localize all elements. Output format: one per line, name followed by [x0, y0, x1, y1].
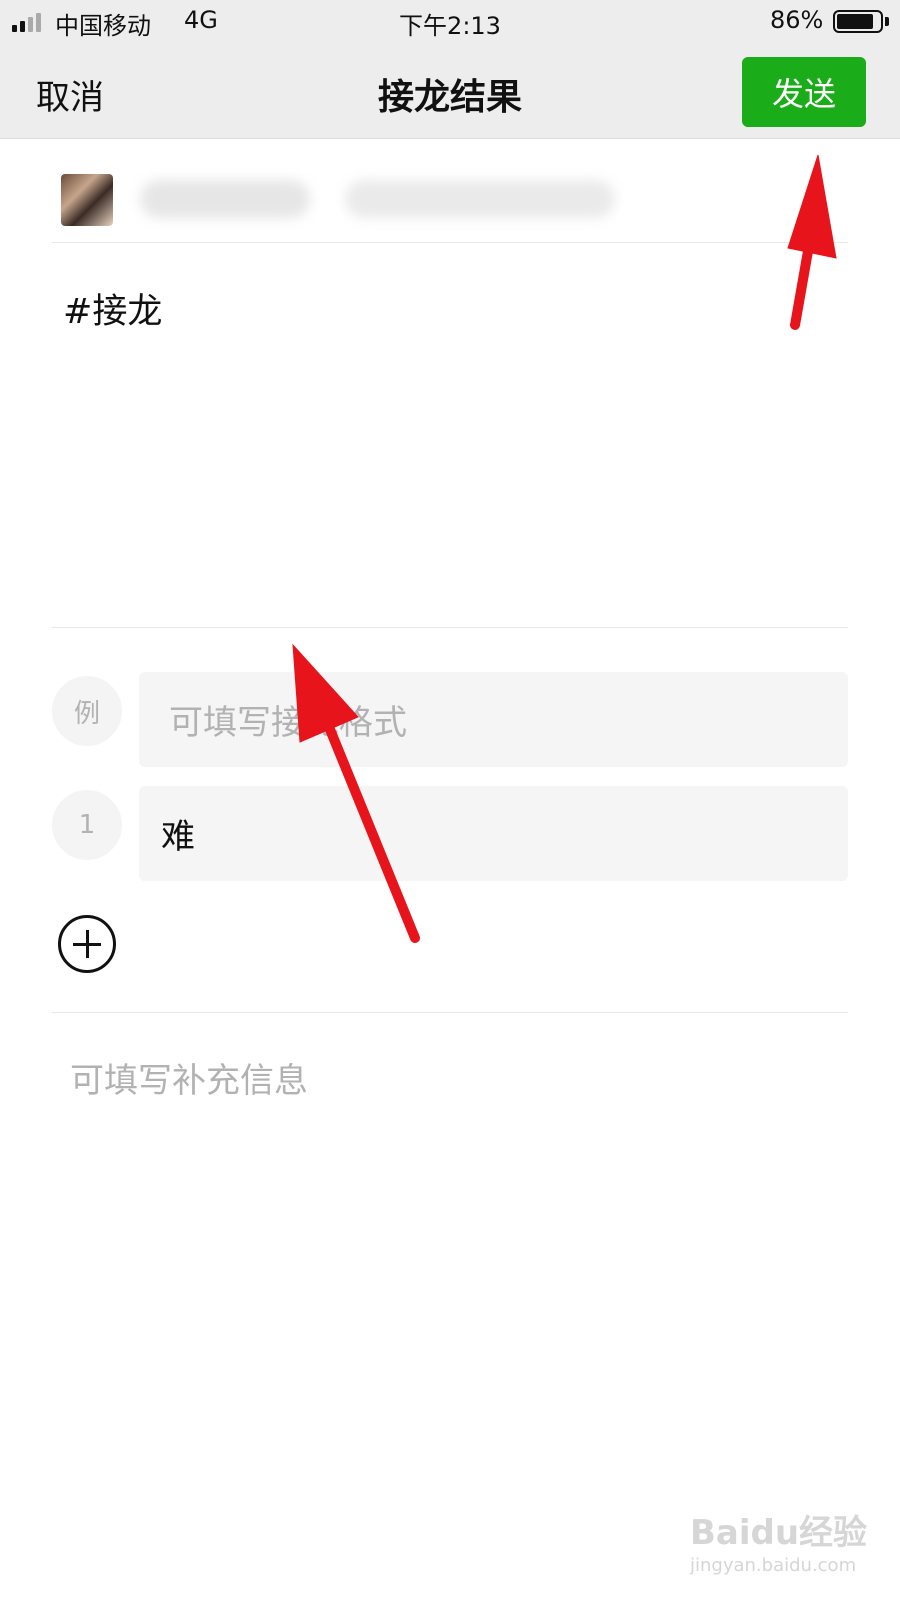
example-badge: 例 [52, 676, 122, 746]
watermark-url: jingyan.baidu.com [690, 1555, 857, 1576]
status-bar: 中国移动 4G 下午2:13 86% [0, 0, 900, 44]
supplement-info-input[interactable]: 可填写补充信息 [70, 1053, 308, 1102]
status-time: 下午2:13 [399, 12, 501, 40]
avatar [61, 174, 113, 226]
format-input[interactable]: 可填写接龙格式 [139, 672, 848, 767]
divider [52, 242, 848, 243]
topic-text[interactable]: #接龙 [63, 283, 162, 334]
entry-index-badge: 1 [52, 790, 122, 860]
battery-percent: 86% [770, 6, 824, 34]
watermark-logo: Baidu经验 [690, 1513, 868, 1553]
entry-input[interactable]: 难 [139, 786, 848, 881]
battery-tip [885, 17, 889, 26]
arrow-send-shaft [790, 195, 822, 330]
divider [52, 627, 848, 628]
send-button[interactable]: 发送 [742, 57, 866, 127]
divider [52, 1012, 848, 1013]
battery-icon [833, 10, 883, 33]
blurred-name [140, 180, 310, 218]
blurred-text [345, 180, 615, 218]
add-entry-icon[interactable] [58, 915, 116, 973]
